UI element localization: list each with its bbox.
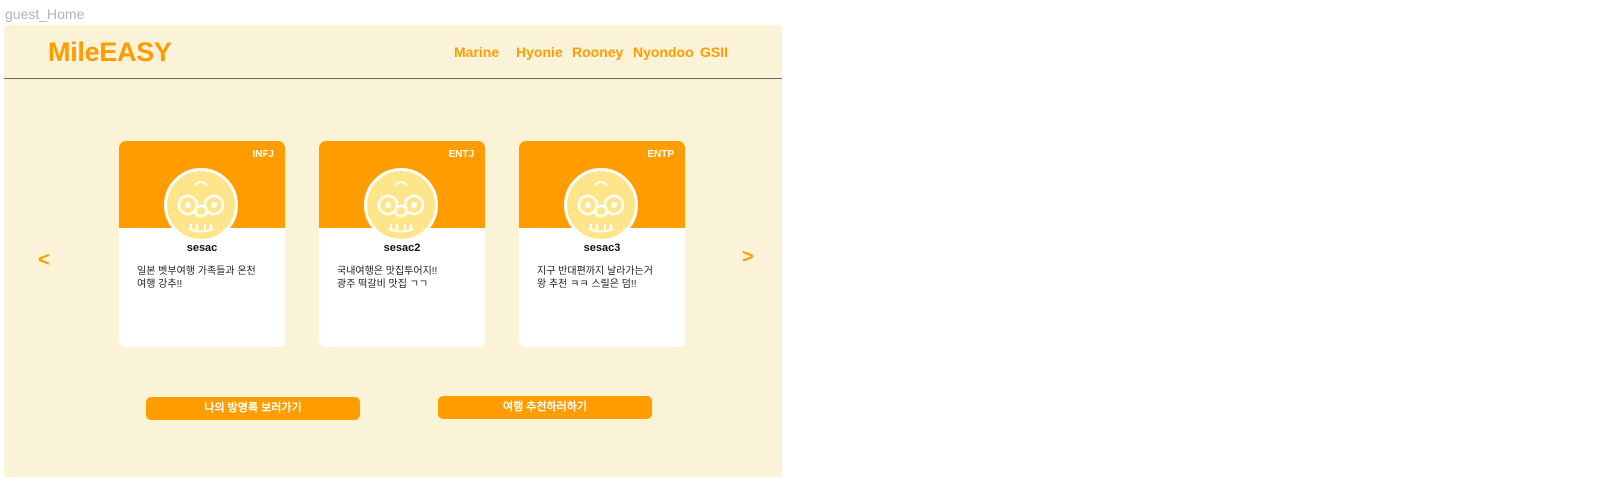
logo[interactable]: MileEASY [48,37,172,68]
chick-mascot-icon [364,168,438,242]
chick-mascot-icon [564,168,638,242]
card-username: sesac2 [383,242,421,254]
card-description: 일본 벳부여행 가족들과 온천 여행 강추!! [137,266,256,290]
carousel-prev-button[interactable]: < [38,249,50,272]
profile-card[interactable]: ENTP sesac3 지구 반대편까지 날라가는거 왕 추천 ㅋㅋ 스릴은 덤… [519,141,685,347]
nav-item-gsii[interactable]: GSII [700,44,728,60]
mbti-badge: ENTJ [448,149,474,160]
header: MileEASY Marine Hyonie Rooney Nyondoo GS… [4,25,782,79]
mbti-badge: INFJ [252,149,274,160]
card-description: 지구 반대편까지 날라가는거 왕 추천 ㅋㅋ 스릴은 덤!! [537,266,653,290]
card-username: sesac3 [583,242,621,254]
mbti-badge: ENTP [647,149,674,160]
recommend-travel-button[interactable]: 여행 추천하러하기 [438,396,652,419]
nav-item-marine[interactable]: Marine [454,44,499,60]
nav-item-hyonie[interactable]: Hyonie [516,44,563,60]
card-description: 국내여행은 맛집투어지!! 광주 떡갈비 맛집 ㄱㄱ [337,266,438,290]
view-guestbook-button[interactable]: 나의 방명록 보러가기 [146,397,360,420]
chick-mascot-icon [164,168,238,242]
frame-label: guest_Home [5,6,85,22]
nav-item-nyondoo[interactable]: Nyondoo [633,44,694,60]
card-username: sesac [186,242,218,254]
profile-card[interactable]: ENTJ sesac2 국내여행은 맛집투어지!! 광주 떡갈비 맛집 ㄱㄱ [319,141,485,347]
profile-card[interactable]: INFJ sesac 일본 벳부여행 가족들과 온천 여행 강추!! [119,141,285,347]
nav-item-rooney[interactable]: Rooney [572,44,623,60]
guest-home-page: MileEASY Marine Hyonie Rooney Nyondoo GS… [4,25,782,477]
carousel-next-button[interactable]: > [742,246,754,269]
